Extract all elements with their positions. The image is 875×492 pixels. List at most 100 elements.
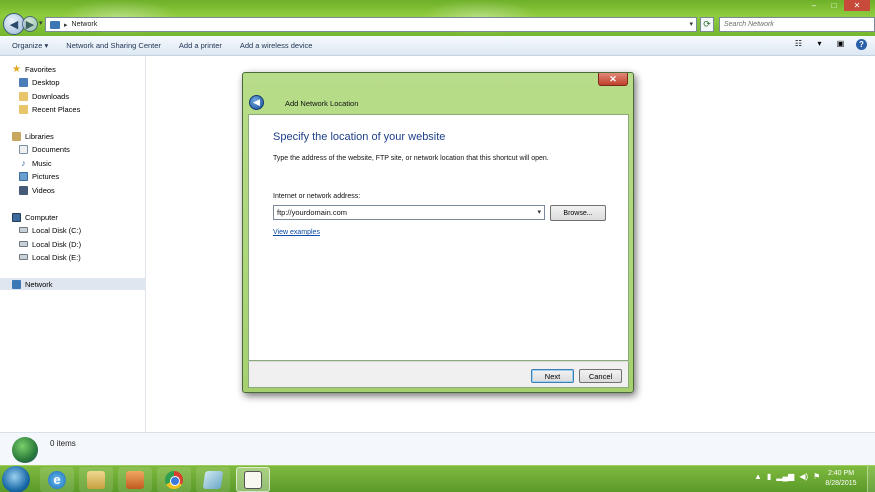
media-player-icon [126, 470, 144, 489]
network-icon [12, 279, 21, 289]
history-dropdown-icon[interactable]: ▾ [39, 19, 43, 27]
recent-places-icon [19, 104, 28, 114]
preview-pane-icon[interactable]: ▣ [835, 39, 846, 50]
clock-time: 2:40 PM [827, 470, 855, 477]
sidebar-item-label: Videos [32, 185, 55, 195]
sidebar-item-network[interactable]: Network [0, 278, 146, 290]
sidebar-item-favorites[interactable]: ★ Favorites [12, 63, 56, 75]
sidebar-item-desktop[interactable]: Desktop [19, 76, 60, 88]
minimize-icon[interactable]: – [804, 0, 824, 11]
explorer-titlebar: – □ ✕ ◀ ▶ ▾ ▸ Network ▾ ⟳ Search Network [0, 0, 875, 36]
computer-icon [12, 212, 21, 222]
libraries-icon [12, 131, 21, 141]
show-desktop-button[interactable] [867, 466, 875, 492]
dialog-description: Type the address of the website, FTP sit… [273, 155, 549, 162]
breadcrumb-chevron-icon[interactable]: ▸ [64, 21, 68, 29]
taskbar-windows-explorer[interactable] [79, 467, 113, 492]
sidebar-item-local-disk-e[interactable]: Local Disk (E:) [19, 251, 81, 263]
battery-icon[interactable]: ▮ [767, 472, 771, 481]
chrome-icon [165, 470, 183, 489]
taskbar-add-network-location[interactable] [236, 467, 270, 492]
refresh-icon[interactable]: ⟳ [700, 17, 714, 32]
view-examples-link[interactable]: View examples [273, 229, 320, 236]
organize-button[interactable]: Organize ▾ [0, 41, 57, 50]
address-field-label: Internet or network address: [273, 193, 361, 200]
sidebar-item-label: Computer [25, 212, 58, 222]
sidebar-item-computer[interactable]: Computer [12, 211, 58, 223]
window-controls: – □ ✕ [804, 0, 870, 11]
network-status-icon[interactable]: ▂▄▆ [776, 472, 794, 481]
add-network-location-dialog: ✕ ◀ Add Network Location Specify the loc… [242, 72, 634, 393]
taskbar-media-player[interactable] [118, 467, 152, 492]
music-icon: ♪ [21, 157, 26, 168]
show-hidden-icons-icon[interactable]: ▲ [754, 472, 762, 481]
desktop-icon [19, 77, 28, 87]
view-controls: ☷ ▾ ▣ ? [793, 39, 867, 50]
help-icon[interactable]: ? [856, 39, 867, 50]
add-printer-button[interactable]: Add a printer [170, 41, 231, 50]
volume-icon[interactable]: ◀) [799, 472, 808, 481]
sidebar-item-label: Local Disk (D:) [32, 239, 82, 249]
disk-icon [19, 227, 28, 233]
pictures-icon [19, 171, 28, 181]
sidebar-item-libraries[interactable]: Libraries [12, 130, 54, 142]
sidebar-item-label: Pictures [32, 171, 60, 181]
sidebar-item-label: Music [32, 158, 52, 168]
sidebar-item-downloads[interactable]: Downloads [19, 90, 69, 102]
sidebar-item-music[interactable]: ♪ Music [19, 157, 52, 169]
dialog-content: Specify the location of your website Typ… [248, 114, 629, 361]
sidebar-item-recent-places[interactable]: Recent Places [19, 103, 80, 115]
folder-icon [87, 470, 105, 489]
sidebar-item-label: Local Disk (E:) [32, 252, 81, 262]
next-button[interactable]: Next [531, 369, 574, 383]
network-location-icon [244, 470, 262, 489]
change-view-icon[interactable]: ☷ [793, 39, 804, 50]
taskbar-app[interactable] [196, 467, 230, 492]
sidebar-item-local-disk-d[interactable]: Local Disk (D:) [19, 238, 81, 250]
disk-icon [19, 241, 28, 247]
dialog-footer: Next Cancel [248, 361, 629, 388]
start-button[interactable] [2, 466, 30, 492]
taskbar-internet-explorer[interactable]: e [40, 467, 74, 492]
close-window-icon[interactable]: ✕ [844, 0, 870, 11]
search-input[interactable]: Search Network [719, 17, 875, 32]
network-globe-icon [12, 437, 38, 463]
star-icon: ★ [12, 63, 21, 75]
details-pane: 0 items [0, 432, 875, 465]
network-sharing-center-button[interactable]: Network and Sharing Center [57, 41, 170, 50]
sidebar-item-pictures[interactable]: Pictures [19, 170, 59, 182]
address-dropdown-icon[interactable]: ▾ [689, 20, 693, 28]
sidebar-item-local-disk-c[interactable]: Local Disk (C:) [19, 224, 81, 236]
taskbar-chrome[interactable] [157, 467, 191, 492]
app-icon [202, 470, 224, 489]
add-wireless-device-button[interactable]: Add a wireless device [231, 41, 322, 50]
sidebar-item-label: Desktop [32, 77, 60, 87]
disk-icon [19, 254, 28, 260]
network-icon [50, 20, 60, 29]
item-count: 0 items [50, 439, 76, 448]
dialog-heading: Specify the location of your website [273, 131, 446, 143]
clock[interactable]: 2:40 PM 8/28/2015 [816, 469, 866, 489]
sidebar-item-label: Favorites [25, 64, 56, 74]
cancel-button[interactable]: Cancel [579, 369, 622, 383]
videos-icon [19, 185, 28, 195]
forward-arrow-icon[interactable]: ▶ [22, 16, 38, 32]
sidebar-item-label: Documents [32, 144, 70, 154]
browse-button[interactable]: Browse... [550, 205, 606, 221]
back-arrow-icon[interactable]: ◀ [249, 95, 264, 110]
sidebar-item-label: Recent Places [32, 104, 81, 114]
sidebar-item-label: Libraries [25, 131, 54, 141]
network-address-input[interactable]: ftp://yourdomain.com ▾ [273, 205, 545, 220]
maximize-icon[interactable]: □ [824, 0, 844, 11]
chevron-down-icon[interactable]: ▾ [537, 208, 541, 216]
sidebar-item-documents[interactable]: Documents [19, 143, 70, 155]
breadcrumb-network[interactable]: Network [72, 21, 98, 28]
view-dropdown-icon[interactable]: ▾ [814, 39, 825, 50]
sidebar-item-videos[interactable]: Videos [19, 184, 55, 196]
command-bar: Organize ▾ Network and Sharing Center Ad… [0, 36, 875, 56]
close-icon[interactable]: ✕ [598, 73, 628, 86]
address-bar[interactable]: ▸ Network ▾ [45, 17, 697, 32]
network-address-value: ftp://yourdomain.com [277, 208, 348, 217]
clock-date: 8/28/2015 [825, 480, 857, 487]
taskbar: e ▲ ▮ ▂▄▆ ◀) ⚑ 2:40 PM 8/28/2015 [0, 465, 875, 492]
